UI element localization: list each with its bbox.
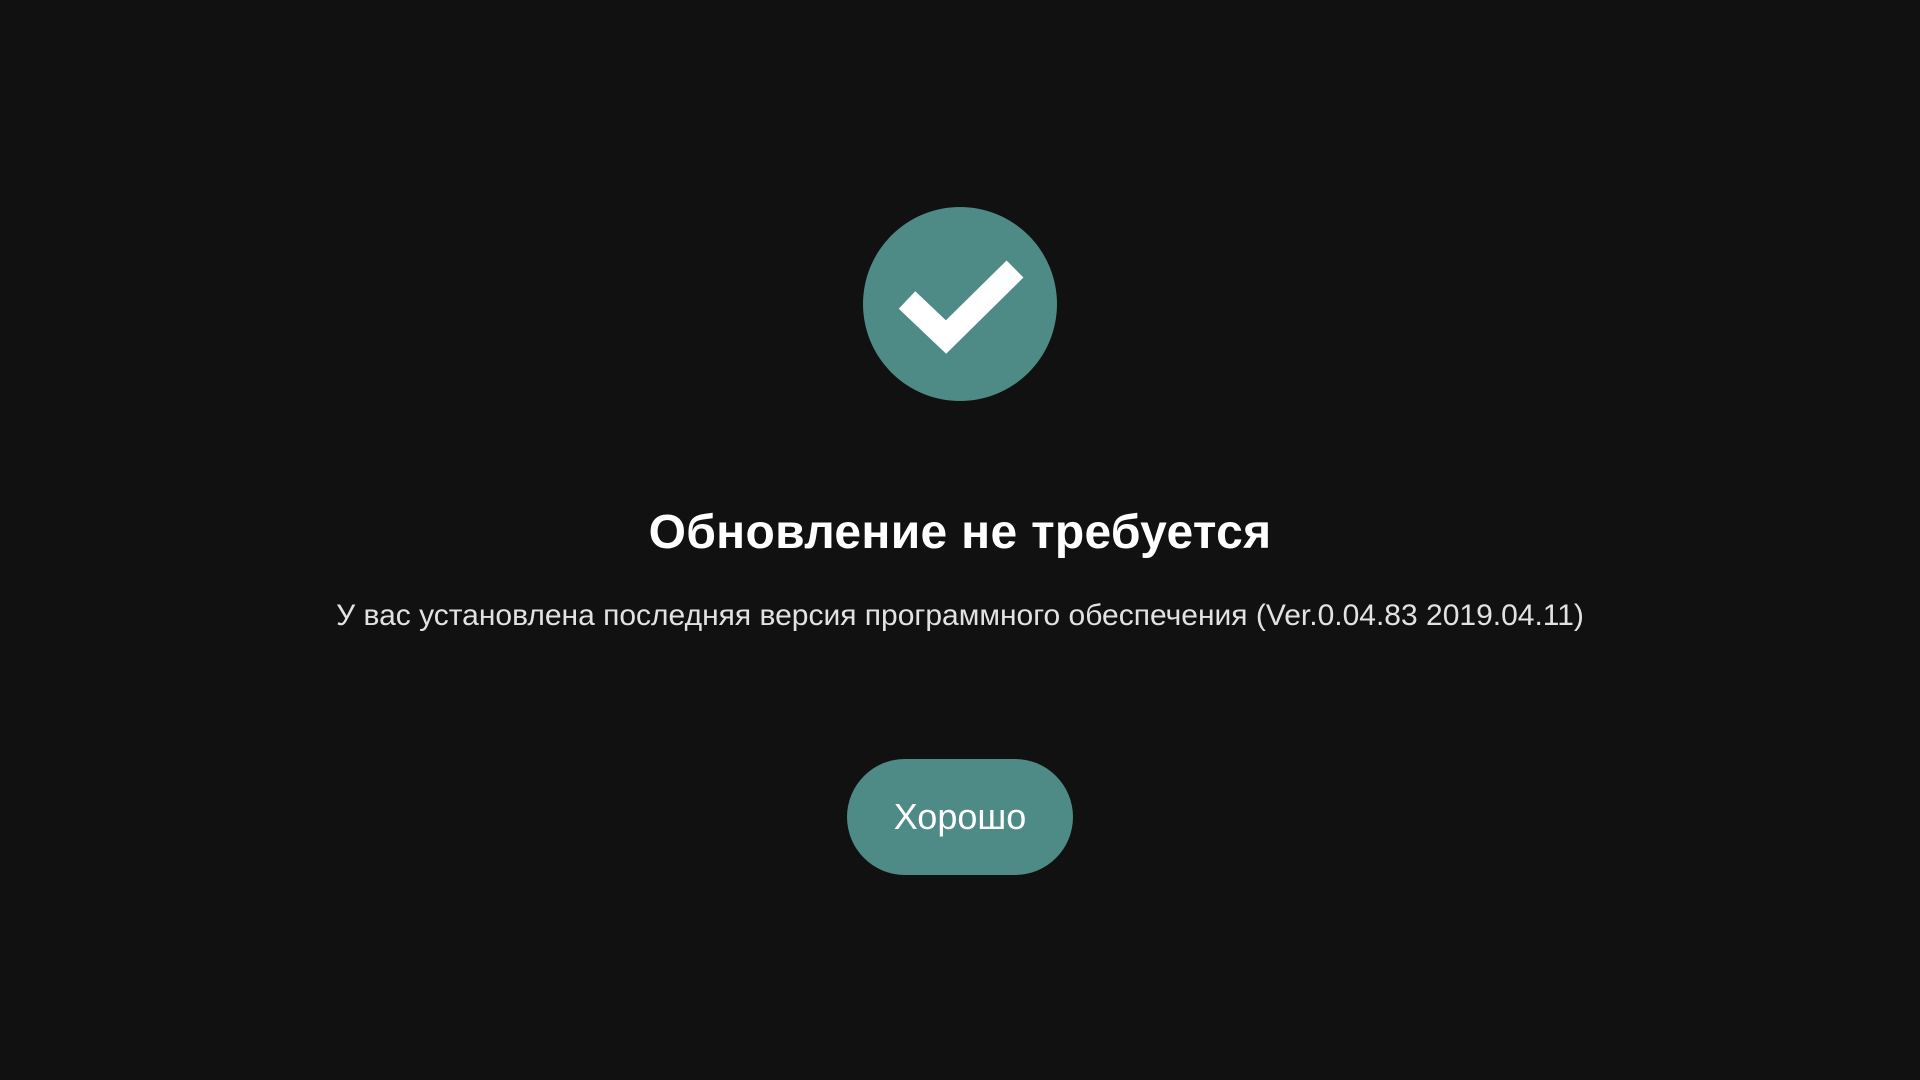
update-check-screen: Обновление не требуется У вас установлен…: [0, 0, 1920, 1080]
success-badge: [863, 207, 1057, 401]
dialog-message: У вас установлена последняя версия прогр…: [336, 599, 1584, 632]
checkmark-icon: [898, 260, 1024, 354]
dialog-title: Обновление не требуется: [648, 506, 1272, 559]
ok-button[interactable]: Хорошо: [847, 759, 1073, 875]
